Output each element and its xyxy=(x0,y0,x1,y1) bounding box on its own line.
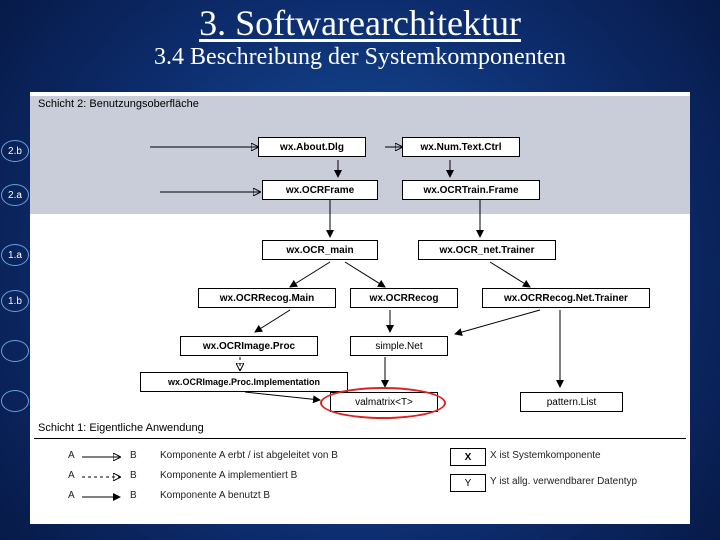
legend-b2: B xyxy=(130,470,137,481)
legend-right-y: Y ist allg. verwendbarer Datentyp xyxy=(490,476,637,487)
layer-label-1: Schicht 1: Eigentliche Anwendung xyxy=(38,422,204,434)
legend-a1: A xyxy=(68,450,75,461)
legend-a3: A xyxy=(68,490,75,501)
box-imageproc: wx.OCRImage.Proc xyxy=(180,336,318,356)
legend-a2: A xyxy=(68,470,75,481)
legend-box-y: Y xyxy=(450,474,486,492)
legend-line-c: Komponente A benutzt B xyxy=(160,490,270,501)
box-simplenet: simple.Net xyxy=(350,336,448,356)
tag-circle-empty-2 xyxy=(1,390,29,412)
legend-b1: B xyxy=(130,450,137,461)
box-aboutdlg: wx.About.Dlg xyxy=(258,137,366,157)
box-ocrtrainframe: wx.OCRTrain.Frame xyxy=(402,180,540,200)
box-ocrframe: wx.OCRFrame xyxy=(262,180,378,200)
tag-circle-empty-1 xyxy=(1,340,29,362)
box-recognettrainer: wx.OCRRecog.Net.Trainer xyxy=(482,288,650,308)
diagram-canvas: Schicht 2: Benutzungsoberfläche Schicht … xyxy=(30,92,690,524)
tag-circle-1a: 1.a xyxy=(1,244,29,266)
box-recog: wx.OCRRecog xyxy=(350,288,458,308)
box-imageprocimpl: wx.OCRImage.Proc.Implementation xyxy=(140,372,348,392)
tag-circle-1b: 1.b xyxy=(1,290,29,312)
box-nettrainer: wx.OCR_net.Trainer xyxy=(418,240,556,260)
tag-circle-2a: 2.a xyxy=(1,184,29,206)
box-patternlist: pattern.List xyxy=(520,392,623,412)
layer-label-2: Schicht 2: Benutzungsoberfläche xyxy=(38,98,199,110)
page-subtitle: 3.4 Beschreibung der Systemkomponenten xyxy=(0,44,720,71)
legend-line-a: Komponente A erbt / ist abgeleitet von B xyxy=(160,450,338,461)
legend-right-x: X ist Systemkomponente xyxy=(490,450,601,461)
divider xyxy=(34,438,686,439)
tag-circle-2b: 2.b xyxy=(1,140,29,162)
legend-line-b: Komponente A implementiert B xyxy=(160,470,297,481)
box-numtextctrl: wx.Num.Text.Ctrl xyxy=(402,137,520,157)
box-recogmain: wx.OCRRecog.Main xyxy=(198,288,336,308)
highlight-ring-valmatrix xyxy=(320,387,446,419)
legend-box-x: X xyxy=(450,448,486,466)
page-title: 3. Softwarearchitektur xyxy=(0,0,720,44)
legend-b3: B xyxy=(130,490,137,501)
box-ocrmain: wx.OCR_main xyxy=(262,240,378,260)
